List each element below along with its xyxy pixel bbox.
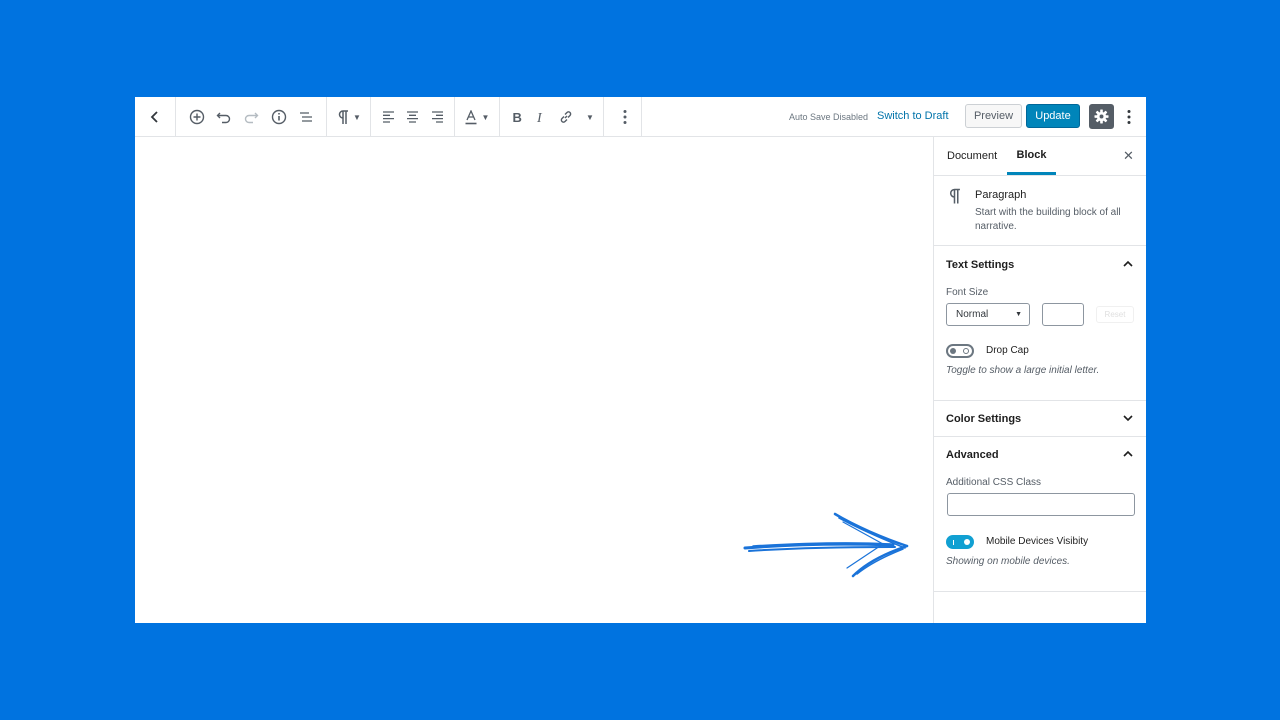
toolbar-divider	[454, 97, 455, 137]
close-icon[interactable]: ✕	[1123, 149, 1134, 162]
toolbar-divider	[175, 97, 176, 137]
update-button[interactable]: Update	[1026, 104, 1080, 128]
chevron-down-icon: ▼	[1015, 311, 1022, 318]
color-settings-panel[interactable]: Color Settings	[934, 401, 1146, 437]
editor-toolbar: ▼ ▼ B I ▼ Auto Save Disabled Switch to D…	[135, 97, 1146, 137]
add-block-icon[interactable]	[187, 97, 207, 137]
redo-icon[interactable]	[241, 97, 261, 137]
toolbar-divider	[641, 97, 642, 137]
panel-title: Advanced	[946, 449, 999, 461]
font-size-select[interactable]: Normal ▼	[946, 303, 1030, 326]
block-card: Paragraph Start with the building block …	[934, 176, 1146, 246]
tab-block[interactable]: Block	[1007, 137, 1056, 175]
svg-text:I: I	[536, 111, 543, 123]
paragraph-icon	[338, 109, 349, 124]
chevron-down-icon[interactable]	[1122, 413, 1134, 423]
toolbar-divider	[603, 97, 604, 137]
block-type-switcher[interactable]: ▼	[334, 97, 364, 137]
switch-to-draft-link[interactable]: Switch to Draft	[877, 110, 949, 122]
back-chevron-icon[interactable]	[145, 97, 165, 137]
paragraph-icon	[949, 188, 960, 204]
align-right-icon[interactable]	[427, 97, 447, 137]
css-class-label: Additional CSS Class	[946, 477, 1042, 488]
drop-cap-help: Toggle to show a large initial letter.	[946, 365, 1100, 376]
block-description: Start with the building block of all nar…	[975, 207, 1121, 232]
gear-icon	[1094, 109, 1109, 124]
text-color-icon	[465, 109, 477, 124]
panel-title: Color Settings	[946, 413, 1022, 425]
more-options-vertical-icon[interactable]	[1120, 104, 1138, 129]
settings-sidebar: Document Block ✕ Paragraph Start with th…	[933, 137, 1146, 623]
block-more-vertical-icon[interactable]	[615, 97, 635, 137]
mobile-visibility-toggle[interactable]	[946, 535, 974, 549]
chevron-up-icon[interactable]	[1122, 449, 1134, 459]
mobile-visibility-label: Mobile Devices Visibity	[986, 536, 1089, 547]
text-color-button[interactable]: ▼	[461, 97, 493, 137]
panel-title: Text Settings	[946, 259, 1015, 271]
mobile-visibility-help: Showing on mobile devices.	[946, 556, 1070, 567]
autosave-status: Auto Save Disabled	[789, 112, 869, 122]
align-center-icon[interactable]	[402, 97, 422, 137]
font-size-label: Font Size	[946, 287, 989, 298]
svg-text:B: B	[513, 111, 522, 123]
undo-icon[interactable]	[214, 97, 234, 137]
toolbar-divider	[370, 97, 371, 137]
chevron-down-icon: ▼	[481, 112, 490, 122]
outline-icon[interactable]	[296, 97, 316, 137]
editor-window: ▼ ▼ B I ▼ Auto Save Disabled Switch to D…	[135, 97, 1146, 623]
toolbar-divider	[499, 97, 500, 137]
chevron-down-icon: ▼	[353, 112, 361, 122]
sidebar-tabs: Document Block ✕	[934, 137, 1146, 176]
font-size-value: Normal	[956, 309, 989, 320]
hand-drawn-arrow-icon	[743, 512, 909, 578]
drop-cap-label: Drop Cap	[986, 345, 1029, 356]
more-formatting-chevron-icon[interactable]: ▼	[583, 97, 597, 137]
chevron-up-icon[interactable]	[1122, 259, 1134, 269]
reset-button[interactable]: Reset	[1096, 306, 1134, 323]
bold-icon[interactable]: B	[507, 97, 527, 137]
block-title: Paragraph	[975, 189, 1027, 201]
tab-document[interactable]: Document	[947, 137, 997, 175]
link-icon[interactable]	[556, 97, 576, 137]
info-icon[interactable]	[269, 97, 289, 137]
drop-cap-toggle[interactable]	[946, 344, 974, 358]
settings-button[interactable]	[1089, 104, 1114, 129]
text-settings-panel: Text Settings Font Size Normal ▼ Reset D…	[934, 246, 1146, 401]
preview-button[interactable]: Preview	[965, 104, 1022, 128]
css-class-input[interactable]	[947, 493, 1135, 516]
italic-icon[interactable]: I	[531, 97, 551, 137]
custom-font-size-input[interactable]	[1042, 303, 1084, 326]
advanced-panel: Advanced Additional CSS Class Mobile Dev…	[934, 437, 1146, 592]
toolbar-divider	[326, 97, 327, 137]
align-left-icon[interactable]	[378, 97, 398, 137]
